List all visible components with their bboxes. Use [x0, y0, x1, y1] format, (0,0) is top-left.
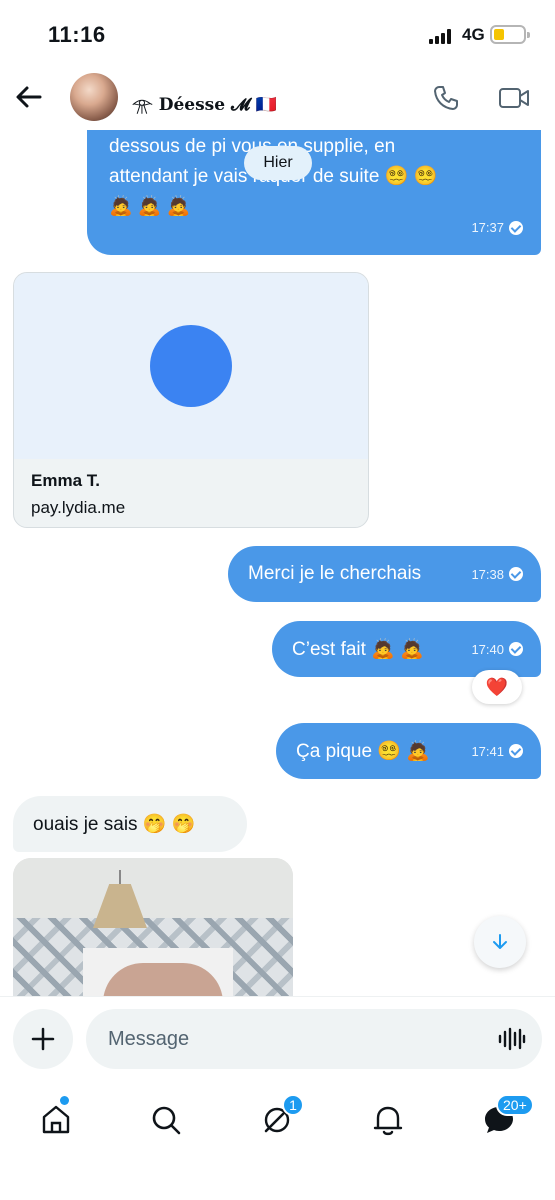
search-icon — [152, 1106, 181, 1135]
voice-message-icon[interactable] — [498, 1027, 526, 1051]
read-check-icon — [509, 744, 523, 758]
messages-badge: 20+ — [496, 1094, 534, 1116]
avatar[interactable] — [70, 73, 118, 121]
message-bubble-outgoing[interactable]: Merci je le cherchais 17:38 — [228, 546, 541, 602]
link-title: Emma T. — [31, 471, 100, 490]
read-check-icon — [509, 642, 523, 656]
message-time: 17:37 — [471, 220, 504, 235]
message-text: Merci je le cherchais — [248, 563, 422, 584]
status-bar: 11:16 4G — [0, 0, 555, 70]
message-meta: 17:40 — [471, 642, 523, 657]
lydia-logo-icon — [150, 325, 232, 407]
battery-icon — [490, 25, 530, 44]
read-check-icon — [509, 567, 523, 581]
message-text: ouais je sais 🤭 🤭 — [33, 814, 196, 835]
message-text: après avec si possible votre visage et v… — [109, 136, 438, 217]
message-list[interactable]: après avec si possible votre visage et v… — [0, 130, 555, 996]
message-bubble-outgoing[interactable]: Ça pique 😵‍💫 🙇 17:41 — [276, 723, 541, 779]
image-attachment[interactable] — [13, 858, 293, 996]
message-meta: 17:41 — [471, 744, 523, 759]
link-preview-card[interactable]: Emma T. pay.lydia.me — [13, 272, 369, 528]
message-text: C’est fait 🙇 🙇 — [292, 639, 424, 660]
signal-icon — [429, 28, 455, 44]
read-check-icon — [509, 221, 523, 235]
message-bubble-outgoing[interactable]: C’est fait 🙇 🙇 17:40 — [272, 621, 541, 677]
nav-home[interactable] — [36, 1100, 76, 1140]
nav-search[interactable] — [146, 1100, 186, 1140]
message-composer — [0, 996, 555, 1082]
message-input[interactable] — [86, 1009, 542, 1069]
grok-badge: 1 — [282, 1094, 304, 1116]
home-icon — [42, 1105, 70, 1134]
add-attachment-button[interactable] — [13, 1009, 73, 1069]
bottom-navigation: 1 20+ — [0, 1082, 555, 1200]
message-bubble-outgoing[interactable]: après avec si possible votre visage et v… — [87, 130, 541, 255]
nav-notifications[interactable] — [368, 1100, 408, 1140]
heart-reaction[interactable]: ❤️ — [472, 670, 522, 704]
message-text: Ça pique 😵‍💫 🙇 — [296, 741, 430, 762]
back-arrow-icon[interactable] — [14, 82, 44, 112]
chat-header: 𓁿 Déesse 𝓜 🇫🇷 — [0, 70, 555, 130]
message-meta: 17:37 — [471, 213, 523, 243]
message-bubble-incoming[interactable]: ouais je sais 🤭 🤭 — [13, 796, 247, 852]
arrow-down-icon — [493, 934, 507, 949]
status-time: 11:16 — [48, 22, 106, 47]
network-type: 4G — [462, 25, 485, 44]
scroll-to-bottom-button[interactable] — [474, 916, 526, 968]
home-notification-dot — [60, 1096, 69, 1105]
message-time: 17:40 — [471, 641, 504, 657]
plus-icon — [31, 1027, 55, 1051]
message-time: 17:41 — [471, 743, 504, 759]
notifications-icon — [373, 1106, 403, 1136]
link-domain: pay.lydia.me — [31, 498, 126, 517]
message-time: 17:38 — [471, 566, 504, 582]
contact-name[interactable]: 𓁿 Déesse 𝓜 🇫🇷 — [132, 87, 277, 116]
link-preview-image — [14, 273, 368, 459]
message-meta: 17:38 — [471, 567, 523, 582]
video-icon[interactable] — [498, 85, 530, 111]
phone-icon[interactable] — [432, 84, 460, 112]
date-separator: Hier — [244, 146, 312, 180]
